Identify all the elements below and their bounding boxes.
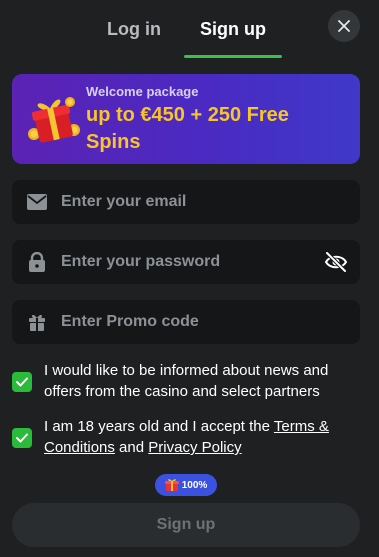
age-consent-text-middle: and (114, 439, 149, 456)
auth-tabs: Log in Sign up (0, 0, 379, 58)
age-consent-checkbox[interactable] (12, 428, 32, 448)
envelope-icon (27, 192, 47, 212)
signup-submit-button[interactable]: Sign up (12, 503, 360, 547)
active-tab-indicator (184, 55, 282, 58)
promo-field-container (12, 300, 360, 344)
age-consent-text-start: I am 18 years old and I accept the (44, 418, 274, 435)
news-consent-row: I would like to be informed about news a… (12, 360, 360, 404)
tab-login-label: Log in (107, 18, 161, 39)
gift-box-icon (28, 97, 80, 143)
password-field-container (12, 240, 360, 284)
close-icon (338, 20, 350, 32)
tab-login[interactable]: Log in (84, 0, 184, 58)
banner-offer: up to €450 + 250 Free Spins (86, 104, 289, 153)
age-consent-text: I am 18 years old and I accept the Terms… (44, 416, 360, 458)
checkmark-icon (16, 377, 28, 387)
password-input[interactable] (61, 240, 321, 284)
email-field-container (12, 180, 360, 224)
news-consent-checkbox[interactable] (12, 372, 32, 392)
tab-signup[interactable]: Sign up (184, 0, 282, 58)
lock-icon (27, 252, 47, 272)
checkmark-icon (16, 433, 28, 443)
gift-icon (164, 479, 179, 491)
signup-modal: Log in Sign up Welcome package up to €45… (0, 0, 379, 557)
bonus-badge-text: 100% (181, 479, 208, 491)
close-button[interactable] (328, 10, 360, 42)
banner-subtitle: Welcome package (86, 84, 199, 99)
eye-off-icon (324, 251, 348, 273)
tab-signup-label: Sign up (200, 18, 266, 39)
privacy-policy-link[interactable]: Privacy Policy (148, 439, 241, 456)
news-consent-text: I would like to be informed about news a… (44, 362, 329, 400)
toggle-password-visibility[interactable] (324, 250, 348, 274)
welcome-banner[interactable]: Welcome package up to €450 + 250 Free Sp… (12, 74, 360, 164)
gift-icon (27, 312, 47, 332)
promo-code-input[interactable] (61, 300, 321, 344)
bonus-badge: 100% (155, 474, 217, 496)
age-consent-row: I am 18 years old and I accept the Terms… (12, 416, 360, 460)
email-input[interactable] (61, 180, 321, 224)
